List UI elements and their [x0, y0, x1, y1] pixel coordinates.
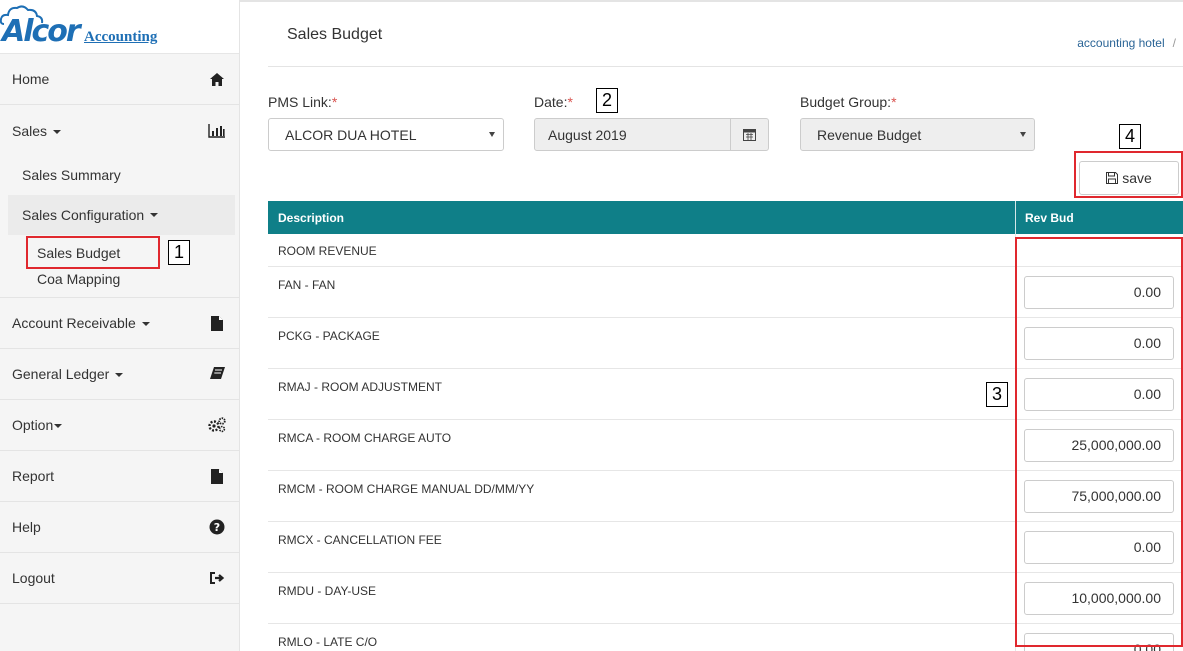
- logo-subtitle: Accounting: [84, 29, 158, 45]
- home-icon: [208, 70, 226, 88]
- annotation-number-2: 2: [596, 88, 618, 113]
- breadcrumb: accounting hotel /: [1077, 36, 1176, 50]
- row-description: RMAJ - ROOM ADJUSTMENT: [278, 380, 442, 394]
- row-description: RMLO - LATE C/O: [278, 635, 378, 649]
- annotation-number-1: 1: [168, 240, 190, 265]
- row-description: RMCM - ROOM CHARGE MANUAL DD/MM/YY: [278, 482, 535, 496]
- annotation-number-3: 3: [986, 382, 1008, 407]
- select-value: ALCOR DUA HOTEL: [285, 126, 417, 143]
- group-label: ROOM REVENUE: [278, 244, 377, 258]
- sidebar-item-label: General Ledger: [12, 366, 110, 382]
- svg-text:?: ?: [214, 521, 220, 534]
- date-value: August 2019: [548, 126, 627, 143]
- required-mark: *: [331, 94, 338, 110]
- sidebar-item-label: Report: [12, 468, 55, 484]
- table-header: Description Rev Bud: [268, 201, 1183, 234]
- row-description: FAN - FAN: [278, 278, 336, 292]
- pms-link-select[interactable]: ALCOR DUA HOTEL: [268, 118, 504, 151]
- sidebar: Alcor Accounting Home Sales Sales Summar…: [0, 0, 240, 651]
- sidebar-item-help[interactable]: Help ?: [0, 502, 240, 553]
- file-icon: [208, 467, 226, 485]
- sidebar-item-label: Sales: [12, 122, 48, 139]
- chevron-down-icon: [150, 213, 159, 217]
- divider: [268, 66, 1183, 67]
- column-header-rev-bud: Rev Bud: [1025, 211, 1074, 225]
- sidebar-item-home[interactable]: Home: [0, 54, 240, 105]
- app-logo[interactable]: Alcor Accounting: [0, 0, 239, 54]
- row-description: PCKG - PACKAGE: [278, 329, 380, 343]
- annotation-highlight-1: [26, 236, 160, 269]
- column-divider: [1015, 201, 1016, 234]
- annotation-highlight-3: [1015, 237, 1183, 647]
- sidebar-item-report[interactable]: Report: [0, 451, 240, 502]
- sidebar-item-label: Option: [12, 417, 54, 433]
- breadcrumb-separator: /: [1172, 36, 1176, 50]
- sidebar-item-general-ledger[interactable]: General Ledger: [0, 349, 240, 400]
- chevron-down-icon: [1020, 132, 1026, 137]
- date-field[interactable]: August 2019: [534, 118, 769, 151]
- logo-text: Alcor: [2, 14, 81, 49]
- label-text: Budget Group:: [800, 94, 892, 110]
- sidebar-item-sales[interactable]: Sales: [0, 105, 240, 156]
- date-label: Date:*: [534, 94, 573, 110]
- select-value: Revenue Budget: [817, 126, 922, 143]
- annotation-highlight-4: [1074, 151, 1183, 198]
- top-border: [240, 0, 1183, 2]
- pms-link-label: PMS Link:*: [268, 94, 337, 110]
- sidebar-item-label: Account Receivable: [12, 315, 136, 331]
- row-description: RMCX - CANCELLATION FEE: [278, 533, 442, 547]
- row-description: RMDU - DAY-USE: [278, 584, 377, 598]
- sidebar-item-sales-summary[interactable]: Sales Summary: [22, 167, 121, 183]
- required-mark: *: [567, 94, 573, 110]
- chevron-down-icon: [115, 373, 124, 378]
- book-icon: [208, 365, 226, 383]
- chevron-down-icon: [141, 322, 150, 327]
- sidebar-item-sales-configuration[interactable]: Sales Configuration: [8, 195, 235, 235]
- chevron-down-icon: [489, 132, 495, 137]
- row-description: RMCA - ROOM CHARGE AUTO: [278, 431, 452, 445]
- question-icon: ?: [208, 518, 226, 536]
- annotation-number-4: 4: [1119, 124, 1141, 149]
- chevron-down-icon: [54, 424, 63, 429]
- gears-icon: [208, 416, 226, 434]
- label-text: PMS Link:: [268, 94, 332, 110]
- label-text: Date:: [534, 94, 568, 110]
- required-mark: *: [891, 94, 897, 110]
- logout-icon: [208, 569, 226, 587]
- sidebar-item-label: Help: [12, 519, 41, 535]
- sidebar-item-label: Sales Configuration: [22, 207, 145, 223]
- sidebar-item-label: Home: [12, 71, 50, 87]
- sidebar-item-logout[interactable]: Logout: [0, 553, 240, 604]
- bar-chart-icon: [208, 122, 226, 140]
- sidebar-item-account-receivable[interactable]: Account Receivable: [0, 298, 240, 349]
- chevron-down-icon: [53, 129, 62, 134]
- budget-group-select[interactable]: Revenue Budget: [800, 118, 1035, 151]
- calendar-icon[interactable]: [730, 119, 768, 150]
- file-icon: [208, 314, 226, 332]
- sidebar-item-label: Logout: [12, 570, 55, 586]
- budget-group-label: Budget Group:*: [800, 94, 897, 110]
- column-header-description: Description: [278, 211, 345, 225]
- page-title: Sales Budget: [287, 26, 383, 43]
- sidebar-item-option[interactable]: Option: [0, 400, 240, 451]
- breadcrumb-link[interactable]: accounting hotel: [1077, 36, 1164, 50]
- sidebar-item-coa-mapping[interactable]: Coa Mapping: [37, 271, 120, 287]
